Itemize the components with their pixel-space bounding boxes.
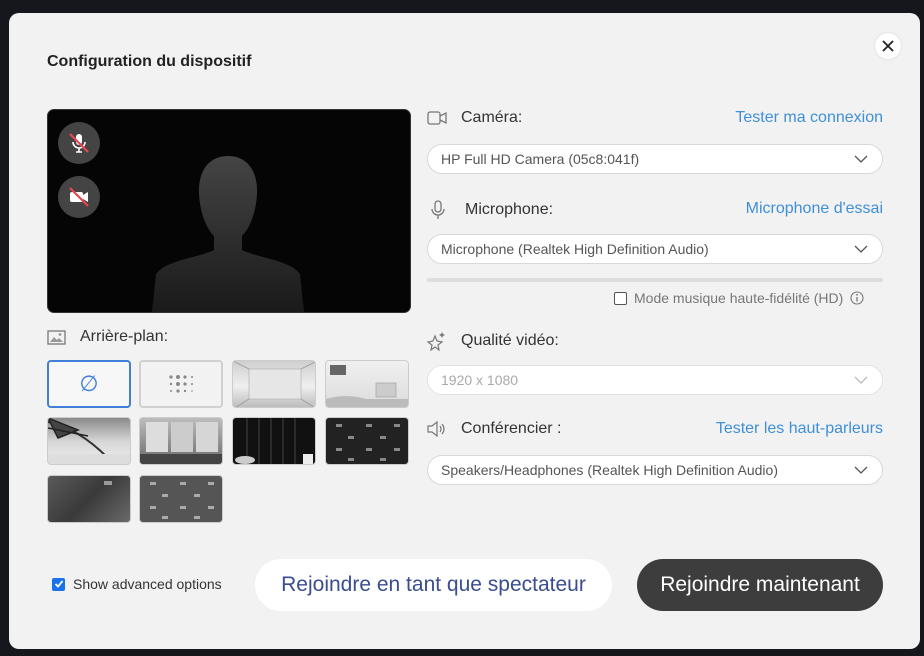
background-gradient-option[interactable] xyxy=(47,475,131,523)
window-image xyxy=(140,422,222,464)
background-label: Arrière-plan: xyxy=(47,328,168,346)
beach-image xyxy=(48,418,130,464)
none-symbol: ∅ xyxy=(79,371,99,396)
camera-select[interactable]: HP Full HD Camera (05c8:041f) xyxy=(427,144,883,174)
mic-mute-button[interactable] xyxy=(58,122,100,164)
video-quality-label: Qualité vidéo: xyxy=(427,331,559,351)
device-config-dialog: Configuration du dispositif Arrière-plan… xyxy=(9,13,920,649)
microphone-level-meter xyxy=(427,278,883,282)
speaker-label: Conférencier : xyxy=(427,420,562,438)
background-pattern-dark-option[interactable] xyxy=(325,417,409,465)
background-livingroom-option[interactable] xyxy=(325,360,409,408)
camera-label: Caméra: xyxy=(427,109,522,127)
background-label-text: Arrière-plan: xyxy=(80,328,169,345)
person-silhouette-icon xyxy=(152,156,304,312)
chevron-down-icon xyxy=(854,466,868,474)
advanced-options: Show advanced options xyxy=(52,576,222,592)
test-connection-link[interactable]: Tester ma connexion xyxy=(735,109,883,127)
background-pattern-grey-option[interactable] xyxy=(139,475,223,523)
background-dark-curtain-option[interactable] xyxy=(232,417,316,465)
pattern-grey-image xyxy=(150,482,214,519)
camera-label-text: Caméra: xyxy=(461,109,523,126)
background-window-option[interactable] xyxy=(139,417,223,465)
video-quality-label-text: Qualité vidéo: xyxy=(461,332,559,349)
dialog-title: Configuration du dispositif xyxy=(47,53,252,70)
camera-select-value: HP Full HD Camera (05c8:041f) xyxy=(441,151,640,167)
chevron-down-icon xyxy=(854,376,868,384)
video-quality-select-value: 1920 x 1080 xyxy=(441,372,519,388)
camera-off-icon xyxy=(69,187,89,207)
join-as-spectator-button[interactable]: Rejoindre en tant que spectateur xyxy=(255,559,612,611)
background-beach-option[interactable] xyxy=(47,417,131,465)
chevron-down-icon xyxy=(854,245,868,253)
background-room-option[interactable] xyxy=(232,360,316,408)
image-icon xyxy=(47,329,66,345)
speaker-select[interactable]: Speakers/Headphones (Realtek High Defini… xyxy=(427,455,883,485)
livingroom-image xyxy=(326,365,408,407)
blur-icon xyxy=(169,375,193,393)
chevron-down-icon xyxy=(854,155,868,163)
close-icon xyxy=(882,40,894,52)
background-none-option[interactable]: ∅ xyxy=(47,360,131,408)
speaker-label-text: Conférencier : xyxy=(461,420,562,437)
advanced-options-label: Show advanced options xyxy=(73,576,222,592)
test-speakers-link[interactable]: Tester les haut-parleurs xyxy=(716,420,883,438)
microphone-label-text: Microphone: xyxy=(465,201,554,218)
mic-off-icon xyxy=(69,133,89,153)
test-microphone-link[interactable]: Microphone d'essai xyxy=(746,200,883,218)
video-preview xyxy=(47,109,411,313)
camera-off-button[interactable] xyxy=(58,176,100,218)
dark-curtain-image xyxy=(235,418,313,464)
microphone-icon xyxy=(431,200,445,219)
check-icon xyxy=(54,580,63,588)
advanced-options-checkbox[interactable] xyxy=(52,577,65,591)
microphone-select-value: Microphone (Realtek High Definition Audi… xyxy=(441,241,709,257)
close-button[interactable] xyxy=(875,33,901,59)
info-icon[interactable] xyxy=(850,291,864,305)
gradient-image xyxy=(104,481,112,485)
hifi-mode-label: Mode musique haute-fidélité (HD) xyxy=(634,290,844,306)
video-quality-select[interactable]: 1920 x 1080 xyxy=(427,365,883,395)
join-now-button[interactable]: Rejoindre maintenant xyxy=(637,559,883,611)
background-blur-option[interactable] xyxy=(139,360,223,408)
pattern-dark-image xyxy=(336,424,400,461)
sparkle-star-icon xyxy=(427,332,445,351)
hifi-mode-option: Mode musique haute-fidélité (HD) xyxy=(614,290,864,306)
hifi-mode-checkbox[interactable] xyxy=(614,291,627,305)
speaker-icon xyxy=(427,421,445,437)
room-image xyxy=(233,361,315,407)
microphone-label: Microphone: xyxy=(431,200,553,220)
speaker-select-value: Speakers/Headphones (Realtek High Defini… xyxy=(441,462,778,478)
video-camera-icon xyxy=(427,111,447,125)
microphone-select[interactable]: Microphone (Realtek High Definition Audi… xyxy=(427,234,883,264)
